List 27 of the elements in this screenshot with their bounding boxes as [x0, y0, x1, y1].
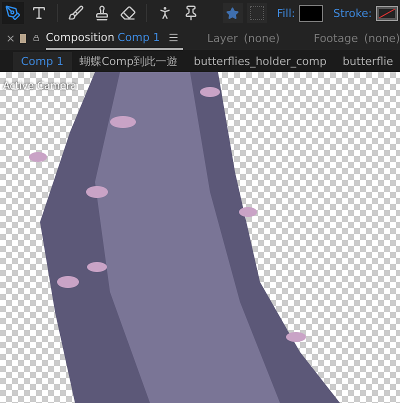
breadcrumb[interactable]: 蝴蝶Comp到此一遊 [72, 50, 186, 72]
dotted-square-icon[interactable] [246, 3, 267, 23]
stamp-icon [94, 5, 110, 21]
eraser-icon [120, 5, 136, 21]
stroke-label: Stroke: [333, 6, 372, 20]
breadcrumb[interactable]: butterflie [334, 52, 400, 70]
lock-icon[interactable] [33, 33, 40, 43]
close-button[interactable]: × [6, 32, 16, 44]
footage-value: (none) [364, 32, 400, 44]
layer-value: (none) [244, 32, 280, 44]
fill-swatch[interactable] [299, 4, 324, 22]
pin-icon [183, 5, 199, 21]
label-color-swatch [20, 34, 26, 42]
active-camera-label: Active Camera [3, 81, 76, 92]
fill-label: Fill: [276, 6, 296, 20]
stroke-swatch[interactable] [376, 6, 398, 20]
footage-tab[interactable]: Footage [314, 32, 358, 44]
tab-label: Composition [46, 30, 114, 44]
menu-icon[interactable] [168, 32, 180, 42]
tool-button[interactable] [2, 2, 24, 24]
pen-icon [5, 5, 21, 21]
breadcrumb[interactable]: butterflies_holder_comp [186, 52, 335, 70]
text-icon [31, 5, 47, 21]
composition-name: Comp 1 [117, 30, 160, 44]
layer-tab[interactable]: Layer [207, 32, 238, 44]
breadcrumb[interactable]: Comp 1 [13, 52, 72, 70]
brush-icon [68, 5, 84, 21]
